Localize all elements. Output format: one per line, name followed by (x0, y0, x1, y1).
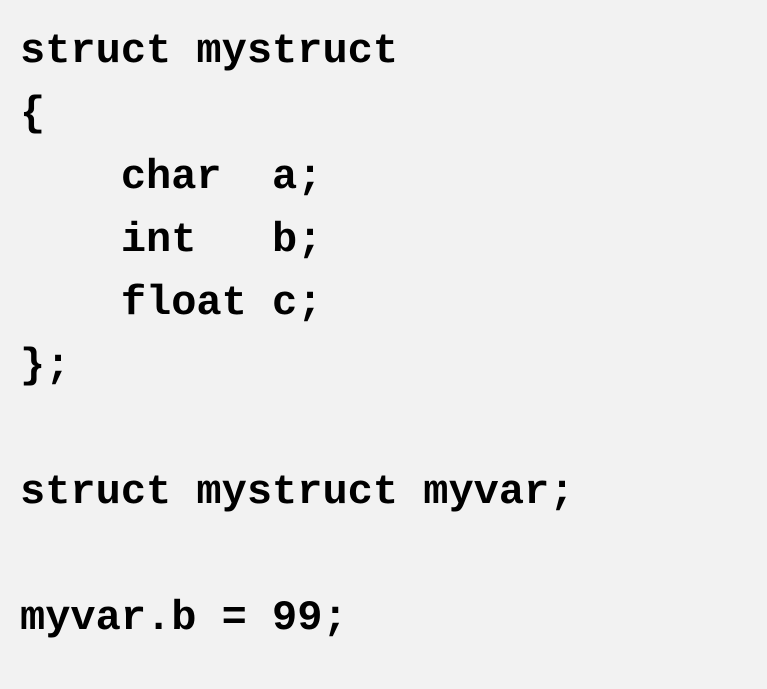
code-line: int b; (20, 216, 322, 264)
code-line: char a; (20, 153, 322, 201)
code-line: float c; (20, 279, 322, 327)
code-line: }; (20, 342, 70, 390)
code-line: struct mystruct (20, 27, 398, 75)
code-line: struct mystruct myvar; (20, 468, 575, 516)
code-line: myvar.b = 99; (20, 594, 348, 642)
code-line: { (20, 90, 45, 138)
code-snippet: struct mystruct { char a; int b; float c… (20, 20, 747, 650)
